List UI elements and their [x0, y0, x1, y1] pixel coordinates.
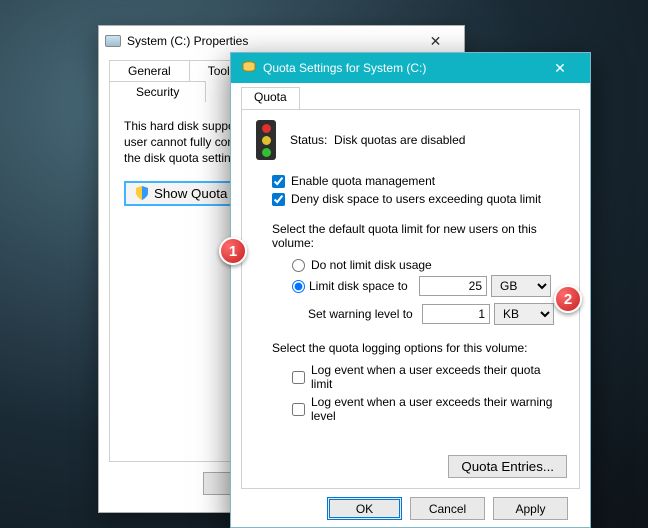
no-limit-radio[interactable]: Do not limit disk usage	[292, 258, 565, 272]
annotation-badge-2: 2	[554, 285, 582, 313]
cancel-button[interactable]: Cancel	[410, 497, 485, 520]
quota-footer: OK Cancel Apply	[241, 489, 580, 520]
tab-general[interactable]: General	[109, 60, 190, 81]
deny-space-checkbox[interactable]: Deny disk space to users exceeding quota…	[272, 192, 565, 206]
enable-quota-label: Enable quota management	[291, 174, 435, 188]
no-limit-input[interactable]	[292, 259, 305, 272]
annotation-badge-1: 1	[219, 237, 247, 265]
warning-value-field[interactable]	[422, 304, 490, 324]
no-limit-label: Do not limit disk usage	[311, 258, 432, 272]
properties-title: System (C:) Properties	[127, 34, 248, 48]
close-icon[interactable]: ✕	[413, 30, 458, 52]
log-limit-label: Log event when a user exceeds their quot…	[311, 363, 565, 391]
limit-value-field[interactable]	[419, 276, 487, 296]
deny-space-label: Deny disk space to users exceeding quota…	[291, 192, 541, 206]
log-warning-input[interactable]	[292, 403, 305, 416]
quota-title: Quota Settings for System (C:)	[263, 61, 426, 75]
warning-label: Set warning level to	[308, 307, 418, 321]
quota-entries-button[interactable]: Quota Entries...	[448, 455, 567, 478]
warning-unit-select[interactable]: KB	[494, 303, 554, 325]
limit-label: Limit disk space to	[309, 279, 415, 293]
enable-quota-input[interactable]	[272, 175, 285, 188]
ok-button[interactable]: OK	[327, 497, 402, 520]
limit-unit-select[interactable]: GB	[491, 275, 551, 297]
tab-quota[interactable]: Quota	[241, 87, 300, 109]
status-text: Status: Disk quotas are disabled	[290, 133, 465, 147]
limit-radio-row: Limit disk space to GB	[292, 275, 565, 297]
drive-icon	[105, 35, 121, 47]
apply-button[interactable]: Apply	[493, 497, 568, 520]
shield-icon	[136, 186, 148, 200]
deny-space-input[interactable]	[272, 193, 285, 206]
close-icon[interactable]: ✕	[538, 56, 582, 80]
default-limit-label: Select the default quota limit for new u…	[272, 222, 565, 250]
tab-security[interactable]: Security	[109, 81, 206, 102]
limit-input[interactable]	[292, 280, 305, 293]
log-limit-checkbox[interactable]: Log event when a user exceeds their quot…	[292, 363, 565, 391]
enable-quota-checkbox[interactable]: Enable quota management	[272, 174, 565, 188]
disk-icon	[241, 59, 257, 78]
log-warning-checkbox[interactable]: Log event when a user exceeds their warn…	[292, 395, 565, 423]
traffic-light-icon	[256, 120, 276, 160]
log-limit-input[interactable]	[292, 371, 305, 384]
logging-label: Select the quota logging options for thi…	[272, 341, 565, 355]
quota-settings-window: Quota Settings for System (C:) ✕ Quota S…	[230, 52, 591, 528]
quota-titlebar[interactable]: Quota Settings for System (C:) ✕	[231, 53, 590, 83]
quota-panel: Status: Disk quotas are disabled Enable …	[241, 109, 580, 489]
warning-row: Set warning level to KB	[308, 303, 565, 325]
log-warning-label: Log event when a user exceeds their warn…	[311, 395, 565, 423]
